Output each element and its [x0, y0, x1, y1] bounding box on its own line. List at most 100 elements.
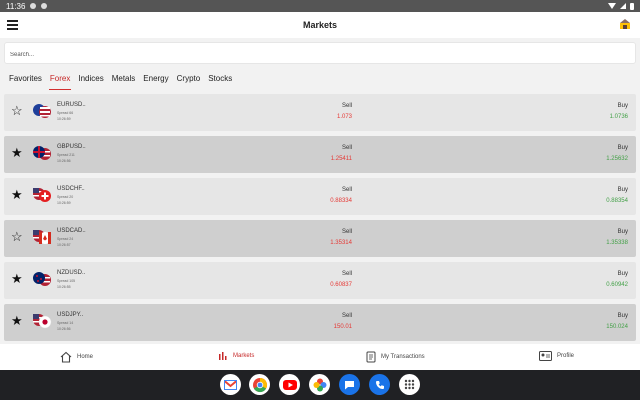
nav-home[interactable]: Home — [60, 351, 93, 363]
star-outline-icon[interactable]: ☆ — [11, 104, 23, 118]
sell-price[interactable]: 1.35314 — [330, 240, 352, 246]
system-dock — [0, 370, 640, 400]
youtube-icon[interactable] — [279, 374, 300, 395]
buy-price[interactable]: 1.25632 — [606, 156, 628, 162]
status-time: 11:36 — [6, 1, 26, 11]
usd-cad-flag-icon — [33, 230, 51, 244]
search-input[interactable] — [5, 45, 635, 65]
profile-card-icon — [539, 351, 552, 361]
chrome-icon[interactable] — [249, 374, 270, 395]
app-drawer-icon[interactable] — [399, 374, 420, 395]
chart-bars-icon — [219, 352, 227, 360]
wifi-icon — [608, 3, 616, 9]
instrument-spread: Spread 211 — [57, 153, 75, 157]
menu-icon[interactable] — [7, 20, 18, 30]
tab-indices[interactable]: Indices — [77, 70, 104, 90]
instrument-time: 10:26:55 — [57, 285, 71, 289]
gmail-icon[interactable] — [220, 374, 241, 395]
buy-price[interactable]: 150.024 — [606, 324, 628, 330]
buy-price[interactable]: 1.0736 — [610, 114, 628, 120]
instrument-symbol: NZDUSD.. — [57, 270, 86, 276]
nav-home-label: Home — [77, 354, 94, 360]
sell-label: Sell — [341, 271, 352, 277]
buy-price[interactable]: 1.35338 — [606, 240, 628, 246]
status-bar: 11:36 — [0, 0, 640, 12]
tab-stocks[interactable]: Stocks — [207, 70, 233, 90]
nav-profile-label: Profile — [557, 353, 575, 359]
tab-crypto[interactable]: Crypto — [176, 70, 202, 90]
sell-price[interactable]: 1.25411 — [331, 156, 352, 162]
nav-my-transactions-label: My Transactions — [381, 354, 425, 360]
bottom-nav: Home Markets My Transactions Profile — [0, 344, 640, 370]
instrument-time: 10:26:59 — [57, 117, 71, 121]
list-item[interactable]: ☆ EURUSD.. Spread 66 10:26:59 Sell 1.073… — [4, 94, 636, 131]
instrument-time: 10:26:56 — [57, 327, 71, 331]
signal-icon — [620, 3, 626, 9]
instrument-spread: Spread 14 — [57, 321, 74, 325]
buy-label: Buy — [617, 103, 628, 109]
star-filled-icon[interactable]: ★ — [11, 146, 23, 160]
buy-label: Buy — [617, 313, 628, 319]
app-bar: Markets — [0, 12, 640, 38]
tab-favorites[interactable]: Favorites — [8, 70, 43, 90]
star-filled-icon[interactable]: ★ — [11, 314, 23, 328]
buy-label: Buy — [617, 187, 628, 193]
home-icon — [60, 351, 72, 363]
usd-jpy-flag-icon — [33, 314, 52, 329]
list-item[interactable]: ☆ USDCAD.. Spread 24 10:26:57 Sell 1.353… — [4, 220, 636, 257]
instrument-symbol: USDCHF.. — [57, 186, 85, 192]
buy-label: Buy — [617, 229, 628, 235]
instrument-symbol: USDCAD.. — [57, 228, 86, 234]
gbp-usd-flag-icon — [33, 146, 51, 160]
battery-icon — [630, 2, 634, 10]
sell-label: Sell — [341, 187, 352, 193]
list-item[interactable]: ★ USDCHF.. Spread 20 10:26:59 Sell 0.883… — [4, 178, 636, 215]
eur-usd-flag-icon — [33, 104, 51, 118]
instrument-symbol: EURUSD.. — [57, 102, 86, 108]
nav-profile[interactable]: Profile — [539, 351, 574, 361]
sell-price[interactable]: 0.88334 — [330, 198, 352, 204]
buy-label: Buy — [617, 271, 628, 277]
list-item[interactable]: ★ NZDUSD.. Spread 105 10:26:55 Sell 0.60… — [4, 262, 636, 299]
sell-label: Sell — [341, 313, 352, 319]
sell-label: Sell — [341, 145, 352, 151]
messages-icon[interactable] — [339, 374, 360, 395]
instrument-spread: Spread 66 — [57, 111, 74, 115]
notification-status-icon — [41, 3, 48, 9]
phone-icon[interactable] — [369, 374, 390, 395]
app-logo-icon[interactable] — [618, 17, 632, 31]
instrument-time: 10:26:56 — [57, 159, 71, 163]
buy-label: Buy — [617, 145, 628, 151]
star-filled-icon[interactable]: ★ — [11, 272, 23, 286]
tab-energy[interactable]: Energy — [142, 70, 169, 90]
search-bar — [4, 42, 636, 65]
list-item[interactable]: ★ GBPUSD.. Spread 211 10:26:56 Sell 1.25… — [4, 136, 636, 173]
settings-status-icon — [30, 3, 37, 9]
instrument-symbol: GBPUSD.. — [57, 144, 86, 150]
sell-price[interactable]: 1.073 — [337, 114, 352, 120]
instrument-symbol: USDJPY.. — [57, 312, 84, 318]
instrument-spread: Spread 20 — [57, 195, 74, 199]
list-item[interactable]: ★ USDJPY.. Spread 14 10:26:56 Sell 150.0… — [4, 304, 636, 341]
sell-price[interactable]: 150.01 — [334, 324, 352, 330]
photos-icon[interactable] — [309, 374, 330, 395]
category-tabs: Favorites Forex Indices Metals Energy Cr… — [0, 70, 239, 90]
sell-label: Sell — [341, 103, 352, 109]
nav-my-transactions[interactable]: My Transactions — [366, 351, 425, 363]
instrument-time: 10:26:59 — [57, 201, 71, 205]
star-filled-icon[interactable]: ★ — [11, 188, 23, 202]
sell-price[interactable]: 0.60837 — [330, 282, 352, 288]
page-title: Markets — [302, 20, 338, 30]
instrument-list: ☆ EURUSD.. Spread 66 10:26:59 Sell 1.073… — [4, 94, 636, 346]
nav-markets[interactable]: Markets — [218, 351, 254, 361]
instrument-time: 10:26:57 — [57, 243, 71, 247]
tab-metals[interactable]: Metals — [111, 70, 137, 90]
buy-price[interactable]: 0.60942 — [606, 282, 628, 288]
sell-label: Sell — [341, 229, 352, 235]
tab-forex[interactable]: Forex — [48, 70, 72, 90]
nav-markets-label: Markets — [233, 353, 255, 359]
document-icon — [366, 351, 376, 363]
star-outline-icon[interactable]: ☆ — [11, 230, 23, 244]
usd-chf-flag-icon — [33, 188, 51, 202]
buy-price[interactable]: 0.88354 — [606, 198, 628, 204]
